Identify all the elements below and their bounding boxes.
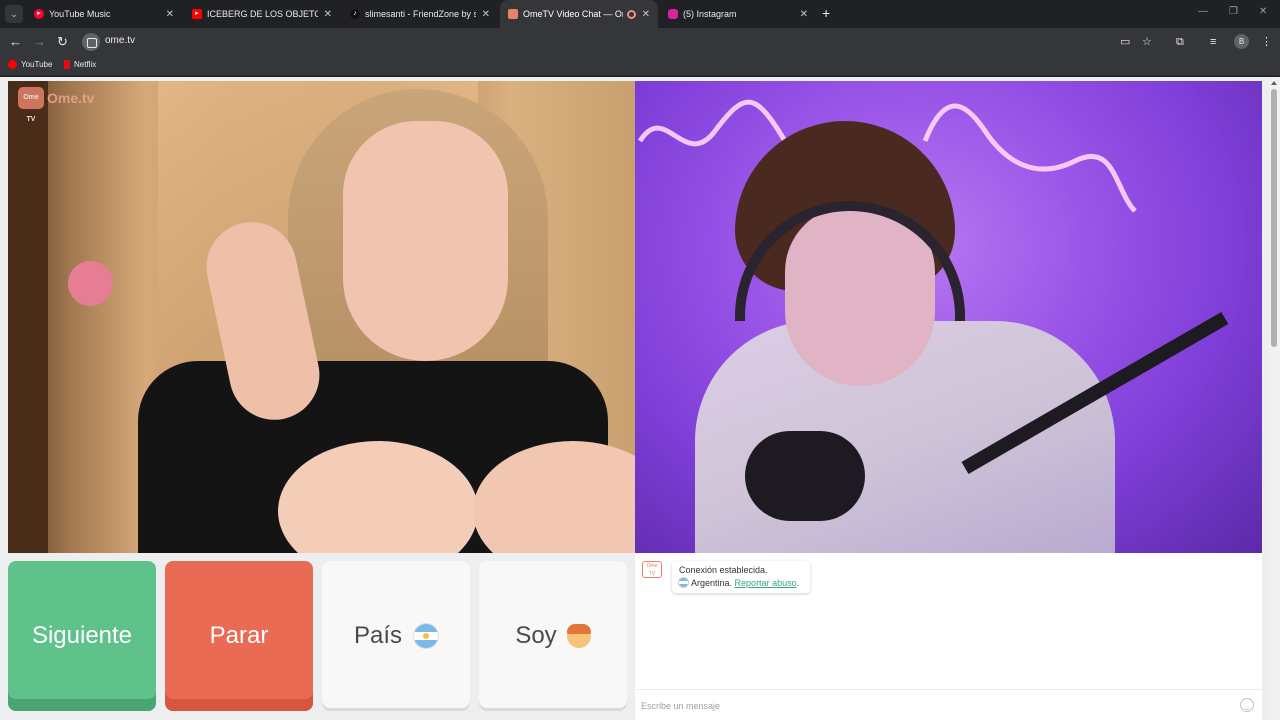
argentina-flag-icon (414, 624, 439, 648)
close-icon[interactable]: ✕ (324, 9, 332, 20)
tab-iceberg[interactable]: ▸ ICEBERG DE LOS OBJETOS PERDIDOS ✕ (184, 0, 340, 28)
tab-search-button[interactable]: ⌄ (5, 5, 23, 23)
forward-icon[interactable]: → (33, 34, 46, 50)
youtube-icon: ▸ (192, 9, 202, 19)
connection-status: Conexión establecida. (679, 565, 768, 575)
stop-button[interactable]: Parar (165, 561, 313, 711)
boy-emoji-icon (566, 624, 591, 648)
ometv-logo: Ome TV Ome.tv (18, 87, 95, 123)
close-icon[interactable]: ✕ (800, 9, 808, 20)
window-close-icon[interactable]: ✕ (1259, 6, 1267, 17)
message-input[interactable] (641, 697, 1231, 715)
emoji-icon[interactable] (1240, 698, 1254, 712)
microphone (745, 431, 865, 521)
page-scrollbar[interactable] (1268, 77, 1280, 720)
tab-tiktok[interactable]: ♪ slimesanti - FriendZone by slimesanti … (342, 0, 498, 28)
tab-instagram[interactable]: (5) Instagram ✕ (660, 0, 816, 28)
next-button[interactable]: Siguiente (8, 561, 156, 711)
country-select-button[interactable]: País (322, 561, 470, 711)
chat-panel: Ome TV Conexión establecida. Argentina. … (635, 553, 1262, 720)
tab-ometv[interactable]: OmeTV Video Chat — Omegle ✕ (500, 0, 658, 28)
bookmark-youtube[interactable]: YouTube (8, 60, 52, 69)
recording-icon (626, 9, 636, 19)
tiktok-icon: ♪ (350, 9, 360, 19)
close-icon[interactable]: ✕ (642, 9, 650, 20)
tv-logo-icon: Ome TV (18, 87, 44, 123)
browser-toolbar: ← → ↻ ome.tv ▭ ☆ ⧉ ≡ B ⋮ (0, 28, 1280, 56)
scroll-up-icon[interactable] (1271, 81, 1277, 85)
stranger-video: Ome TV Ome.tv (8, 81, 635, 553)
restore-icon[interactable]: ❐ (1229, 6, 1238, 17)
tab-strip: ⌄ ▸ YouTube Music ✕ ▸ ICEBERG DE LOS OBJ… (0, 0, 1280, 28)
profile-avatar[interactable]: B (1234, 34, 1249, 49)
system-message: Conexión establecida. Argentina. Reporta… (672, 561, 810, 593)
argentina-flag-icon (679, 578, 688, 587)
url-text: ome.tv (105, 35, 136, 46)
address-bar[interactable]: ome.tv (80, 31, 1170, 53)
close-icon[interactable]: ✕ (166, 9, 174, 20)
gender-select-button[interactable]: Soy (479, 561, 627, 711)
youtube-icon (8, 60, 17, 69)
self-video (635, 81, 1262, 553)
netflix-icon (64, 60, 70, 69)
ometv-icon (508, 9, 518, 19)
instagram-icon (668, 9, 678, 19)
ometv-page: Ome TV Ome.tv Siguiente Parar País Soy O… (0, 77, 1268, 720)
plush-toy (68, 261, 113, 306)
minimize-icon[interactable]: — (1198, 6, 1208, 17)
logo-wordmark: Ome.tv (47, 90, 95, 106)
close-icon[interactable]: ✕ (482, 9, 490, 20)
extensions-icon[interactable]: ⧉ (1176, 35, 1184, 49)
back-icon[interactable]: ← (9, 34, 22, 50)
chat-input-bar (635, 689, 1262, 720)
bookmark-netflix[interactable]: Netflix (64, 60, 96, 69)
reload-icon[interactable]: ↻ (57, 34, 68, 50)
menu-kebab-icon[interactable]: ⋮ (1261, 35, 1272, 49)
bookmarks-bar: YouTube Netflix (0, 56, 1280, 76)
youtube-music-icon: ▸ (34, 9, 44, 19)
ometv-chat-icon: Ome TV (642, 561, 662, 578)
country-name: Argentina. (691, 578, 733, 588)
cast-icon[interactable]: ▭ (1120, 35, 1130, 49)
site-info-icon[interactable] (82, 33, 100, 51)
new-tab-button[interactable]: + (822, 5, 830, 21)
media-control-icon[interactable]: ≡ (1210, 35, 1216, 49)
bookmark-star-icon[interactable]: ☆ (1142, 35, 1152, 49)
tab-youtube-music[interactable]: ▸ YouTube Music ✕ (26, 0, 182, 28)
report-abuse-link[interactable]: Reportar abuso (735, 578, 797, 588)
scrollbar-thumb[interactable] (1271, 89, 1277, 347)
